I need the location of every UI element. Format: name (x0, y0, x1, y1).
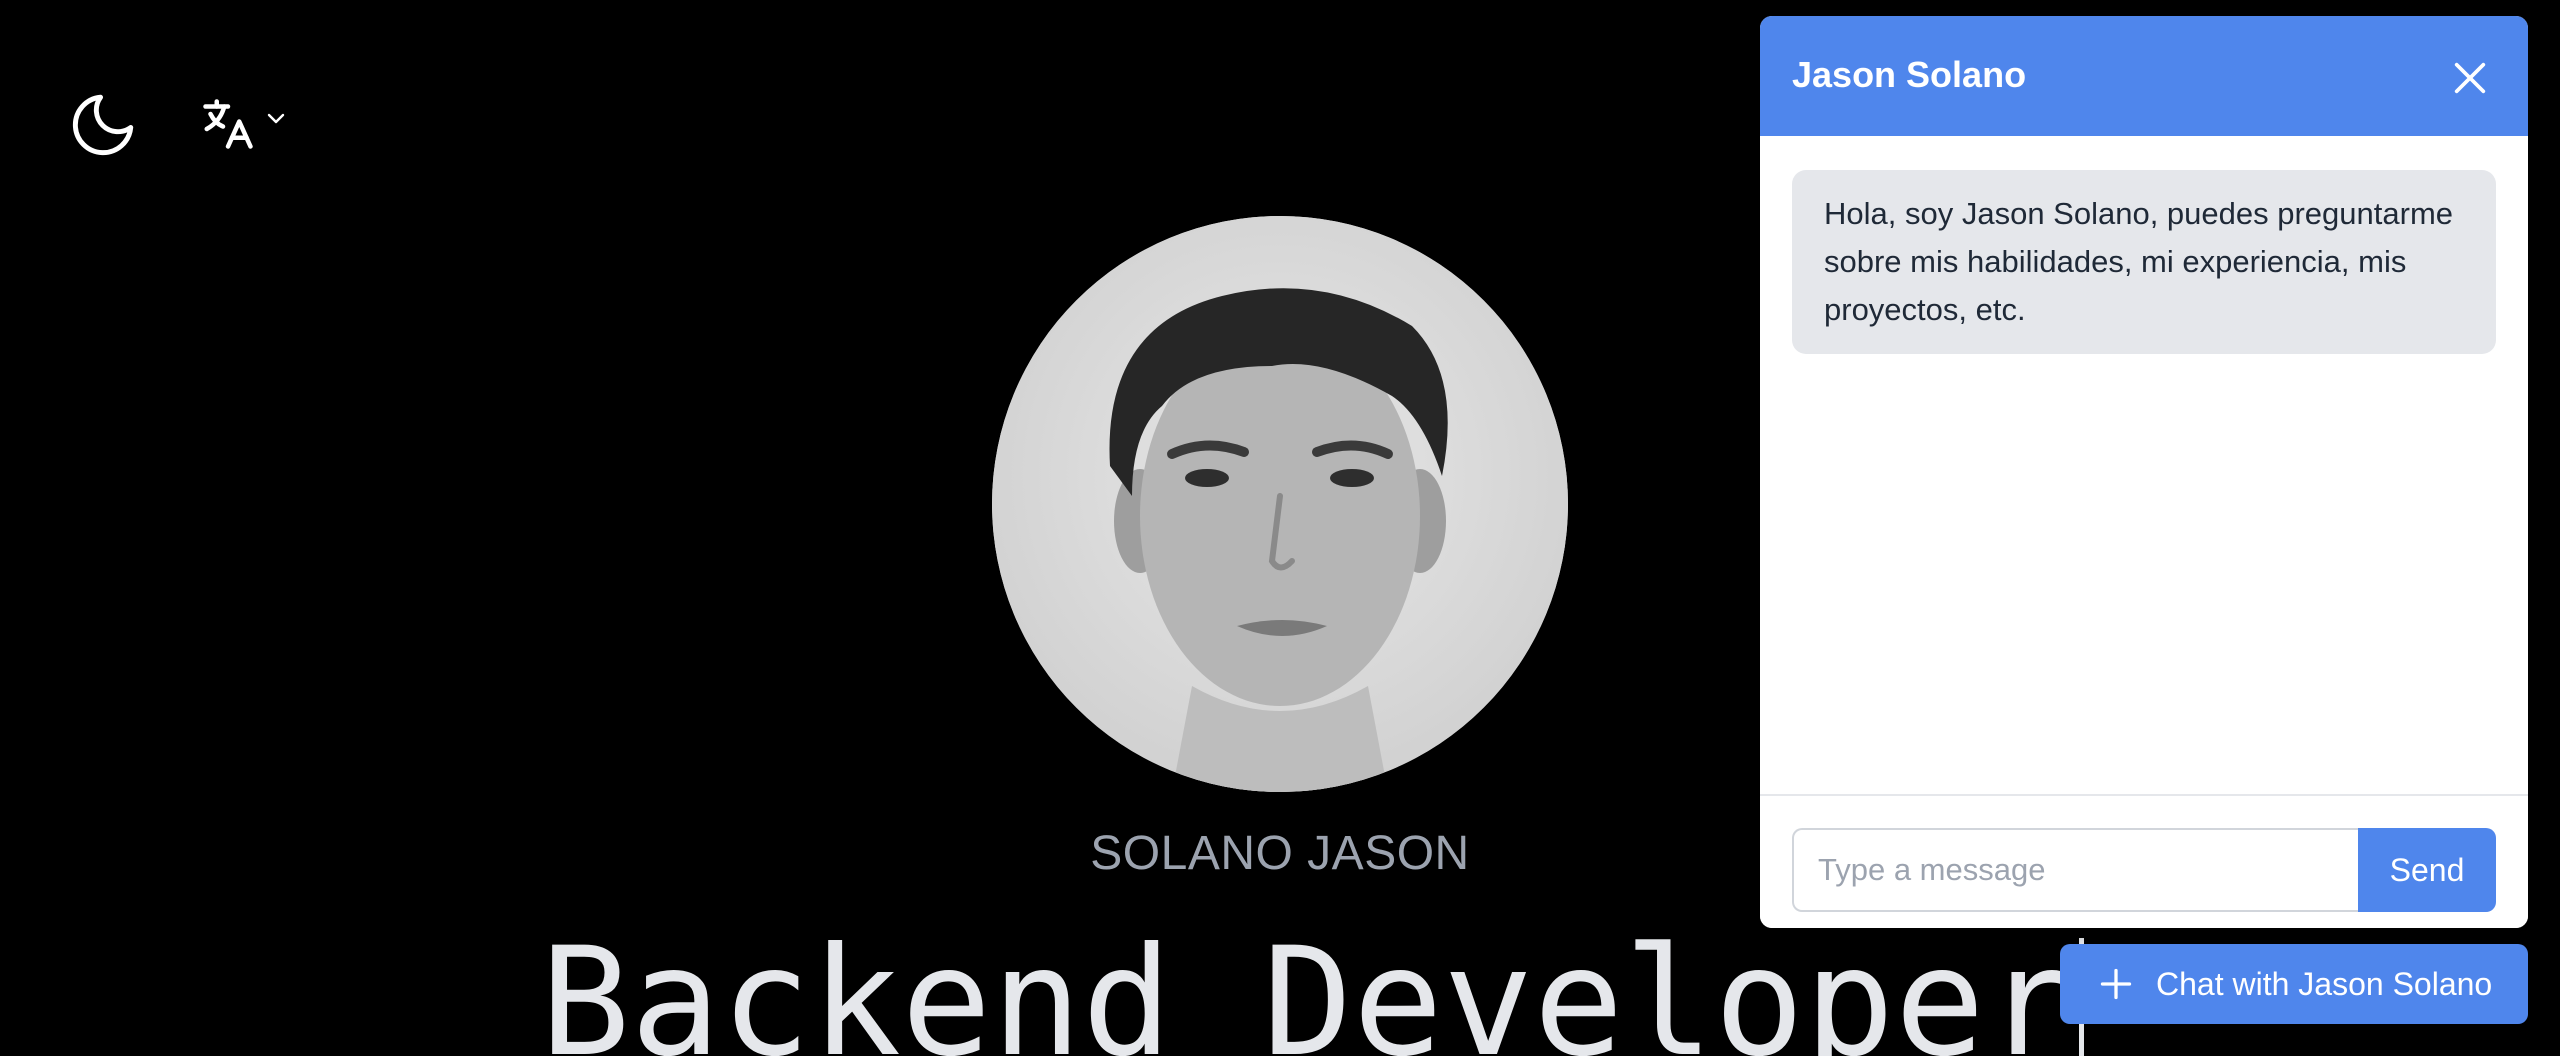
language-selector[interactable] (198, 94, 294, 154)
chat-launcher-button[interactable]: Chat with Jason Solano (2060, 944, 2528, 1024)
chat-title: Jason Solano (1792, 54, 2027, 95)
role-text: Backend Developer (540, 916, 2076, 1056)
theme-toggle-button[interactable] (66, 88, 140, 162)
send-button[interactable]: Send (2358, 828, 2496, 912)
chat-close-button[interactable] (2450, 58, 2490, 98)
portfolio-page: SOLANO JASON Backend Developer Jason Sol… (0, 0, 2560, 1056)
chat-panel: Jason Solano Hola, soy Jason Solano, pue… (1760, 16, 2528, 928)
profile-name: SOLANO JASON (1090, 827, 1470, 880)
chat-message-bubble: Hola, soy Jason Solano, puedes preguntar… (1792, 170, 2496, 354)
message-input[interactable] (1792, 828, 2360, 912)
chat-messages: Hola, soy Jason Solano, puedes preguntar… (1760, 136, 2528, 794)
profile-photo (992, 216, 1568, 792)
chat-input-bar: Send (1760, 794, 2528, 928)
translate-icon (203, 99, 253, 149)
moon-icon (72, 94, 134, 156)
chat-header: Jason Solano (1760, 16, 2528, 136)
chevron-down-icon (267, 113, 285, 124)
avatar (992, 216, 1568, 792)
plus-icon (2100, 968, 2132, 1000)
close-icon (2454, 62, 2486, 94)
chat-launcher-label: Chat with Jason Solano (2156, 965, 2493, 1002)
role-typewriter: Backend Developer (540, 916, 2085, 1056)
